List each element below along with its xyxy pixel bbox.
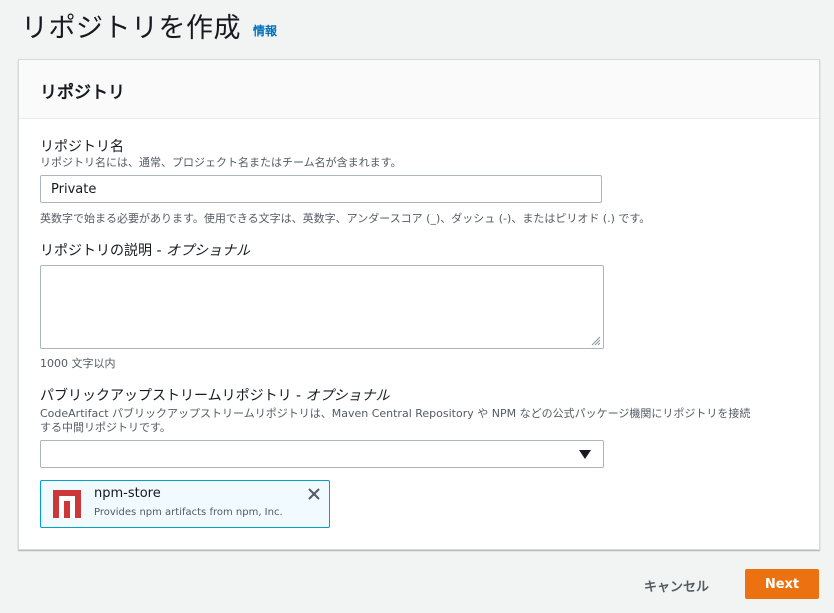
page-title: リポジトリを作成 — [21, 13, 241, 44]
upstream-select[interactable] — [40, 440, 604, 468]
upstream-description-line2: する中間リポジトリです。 — [40, 421, 171, 434]
next-button[interactable]: Next — [745, 569, 819, 599]
cancel-button[interactable]: キャンセル — [636, 572, 717, 599]
token-title: npm-store — [94, 486, 161, 501]
repository-panel: リポジトリ リポジトリ名 リポジトリ名には、通常、プロジェクト名またはチーム名が… — [18, 59, 820, 550]
upstream-label: パブリックアップストリームリポジトリ - オプショナル — [40, 385, 390, 405]
upstream-label-text: パブリックアップストリームリポジトリ - — [40, 388, 306, 404]
repository-description-label: リポジトリの説明 - オプショナル — [40, 240, 250, 260]
resize-handle-icon[interactable] — [591, 336, 601, 346]
token-description: Provides npm artifacts from npm, Inc. — [94, 507, 283, 518]
repository-name-input[interactable] — [40, 175, 602, 203]
upstream-token: npm-store Provides npm artifacts from np… — [40, 480, 330, 528]
panel-title: リポジトリ — [40, 83, 125, 103]
npm-logo-icon — [53, 490, 81, 518]
close-icon[interactable] — [307, 487, 321, 501]
info-link[interactable]: 情報 — [253, 22, 277, 39]
repository-description-textarea[interactable] — [40, 265, 604, 349]
optional-text: オプショナル — [305, 388, 390, 404]
repository-name-label: リポジトリ名 — [40, 139, 124, 155]
repository-name-description: リポジトリ名には、通常、プロジェクト名またはチーム名が含まれます。 — [40, 156, 402, 169]
optional-text: オプショナル — [165, 243, 250, 259]
repository-description-label-text: リポジトリの説明 - — [40, 243, 166, 259]
repository-description-constraint: 1000 文字以内 — [40, 357, 116, 370]
caret-down-icon — [579, 450, 591, 459]
panel-header: リポジトリ — [19, 60, 819, 119]
repository-name-constraint: 英数字で始まる必要があります。使用できる文字は、英数字、アンダースコア (_)、… — [40, 212, 651, 225]
